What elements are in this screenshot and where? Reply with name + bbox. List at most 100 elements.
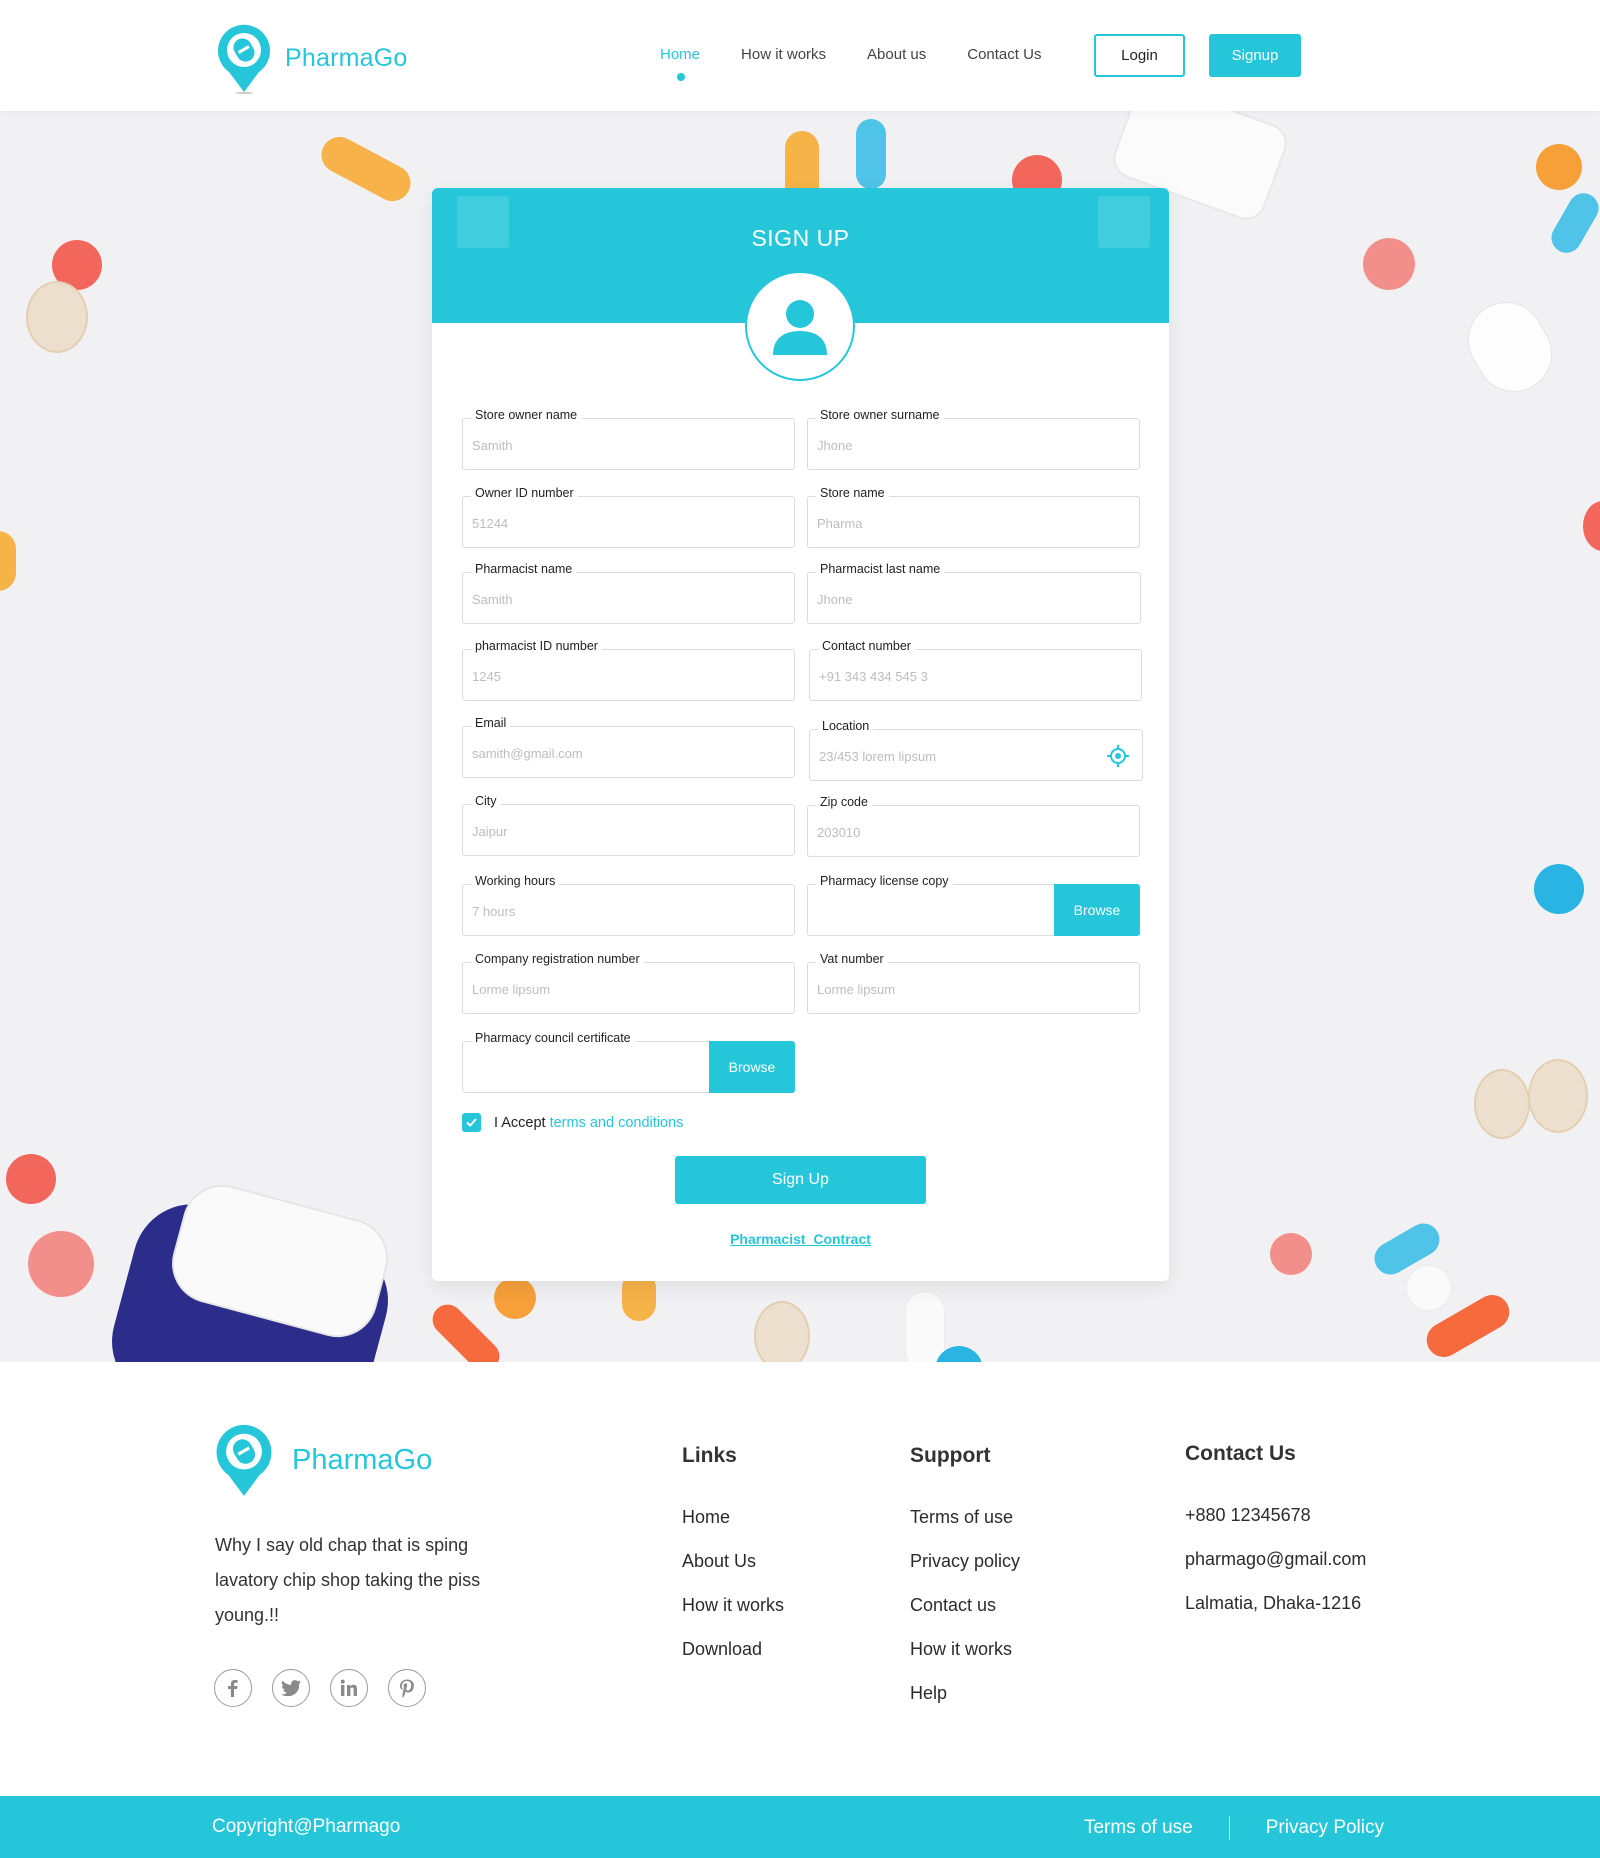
pill-decoration [6,1154,56,1204]
field-value: Jhone [817,592,853,607]
pharmacist-id-field[interactable]: pharmacist ID number 1245 [462,639,795,701]
field-value: Samith [472,592,513,607]
bottom-bar: Copyright@Pharmago Terms of use Privacy … [0,1796,1600,1858]
nav-home[interactable]: Home [660,46,700,63]
bottom-privacy-link[interactable]: Privacy Policy [1266,1817,1384,1839]
login-button[interactable]: Login [1094,34,1185,77]
owner-id-field[interactable]: Owner ID number 51244 [462,486,795,548]
footer-brand[interactable]: PharmaGo [213,1422,432,1498]
field-value: Pharma [817,516,863,531]
field-value: 23/453 lorem lipsum [819,749,937,764]
store-name-field[interactable]: Store name Pharma [807,486,1140,548]
pill-decoration [1363,238,1415,290]
field-value: 7 hours [472,904,516,919]
signup-card: SIGN UP Store owner name Samith Store ow… [432,188,1169,1281]
field-value: +91 343 434 545 3 [819,669,928,684]
contact-number-field[interactable]: Contact number +91 343 434 545 3 [809,639,1142,701]
form-title: SIGN UP [751,225,850,251]
footer-link-how-it-works[interactable]: How it works [910,1638,1020,1660]
facebook-icon[interactable] [214,1669,252,1707]
field-value: Lorme lipsum [817,982,896,997]
twitter-icon[interactable] [272,1669,310,1707]
pinterest-icon[interactable] [388,1669,426,1707]
nav-active-indicator [677,73,685,81]
certificate-browse-button[interactable]: Browse [709,1041,795,1093]
field-value: Jaipur [472,824,508,839]
brand-name: PharmaGo [285,43,408,72]
working-hours-field[interactable]: Working hours 7 hours [462,874,795,936]
field-label: Vat number [816,952,888,966]
footer-link-privacy[interactable]: Privacy policy [910,1550,1020,1572]
pill-decoration [426,1298,506,1362]
footer-address: Lalmatia, Dhaka-1216 [1185,1593,1362,1613]
field-label: Company registration number [471,952,644,966]
field-label: Location [818,719,874,733]
nav-links: Home How it works About us Contact Us [660,46,1082,81]
footer-link-home[interactable]: Home [682,1506,784,1528]
sign-up-submit-button[interactable]: Sign Up [675,1156,926,1204]
field-value: 203010 [817,825,861,840]
field-value: 51244 [472,516,509,531]
linkedin-icon[interactable] [330,1669,368,1707]
pill-decoration [1405,1264,1453,1312]
field-label: Store owner name [471,408,582,422]
terms-link[interactable]: terms and conditions [550,1115,684,1131]
vat-number-field[interactable]: Vat number Lorme lipsum [807,952,1140,1014]
footer: PharmaGo Why I say old chap that is spin… [0,1362,1600,1796]
nav-how-it-works[interactable]: How it works [741,46,826,63]
footer-link-how-it-works[interactable]: How it works [682,1594,784,1616]
field-value: samith@gmail.com [472,746,583,761]
footer-link-terms[interactable]: Terms of use [910,1506,1020,1528]
company-registration-field[interactable]: Company registration number Lorme lipsum [462,952,795,1014]
pill-decoration [1528,1059,1588,1133]
field-label: Pharmacy license copy [816,874,953,888]
locate-icon[interactable] [1106,744,1130,768]
license-browse-button[interactable]: Browse [1054,884,1140,936]
footer-links-title: Links [682,1444,737,1467]
field-label: Working hours [471,874,560,888]
field-label: Pharmacist last name [816,562,945,576]
pill-decoration [1583,501,1600,551]
pill-decoration [1270,1233,1312,1275]
store-owner-name-field[interactable]: Store owner name Samith [462,408,795,470]
brand-logo[interactable]: PharmaGo [215,22,408,94]
field-label: Store owner surname [816,408,944,422]
store-owner-surname-field[interactable]: Store owner surname Jhone [807,408,1140,470]
field-value: Jhone [817,438,853,453]
field-label: Pharmacy council certificate [471,1031,635,1045]
pharmacist-name-field[interactable]: Pharmacist name Samith [462,562,795,624]
terms-checkbox[interactable] [462,1113,481,1132]
pill-decoration [28,1231,94,1297]
pharmacist-last-name-field[interactable]: Pharmacist last name Jhone [807,562,1141,624]
bottom-terms-link[interactable]: Terms of use [1084,1817,1193,1839]
footer-email: pharmago@gmail.com [1185,1549,1367,1569]
signup-button[interactable]: Signup [1209,34,1301,77]
location-field[interactable]: Location 23/453 lorem lipsum [809,719,1143,781]
footer-link-about[interactable]: About Us [682,1550,784,1572]
footer-link-help[interactable]: Help [910,1682,1020,1704]
footer-link-download[interactable]: Download [682,1638,784,1660]
footer-tagline: Why I say old chap that is sping lavator… [215,1535,481,1625]
pharmago-logo-icon [216,1424,272,1496]
pill-decoration [0,531,16,591]
city-field[interactable]: City Jaipur [462,794,795,856]
footer-support-column: Support Terms of use Privacy policy Cont… [910,1444,1020,1726]
footer-links-column: Links Home About Us How it works Downloa… [682,1444,784,1682]
field-value: 1245 [472,669,501,684]
pill-decoration [315,130,417,208]
field-value: Samith [472,438,513,453]
footer-link-contact[interactable]: Contact us [910,1594,1020,1616]
footer-brand-name: PharmaGo [292,1443,433,1476]
license-copy-upload[interactable]: Pharmacy license copy Browse [807,874,1140,936]
zip-code-field[interactable]: Zip code 203010 [807,795,1140,857]
pill-decoration [905,1291,945,1362]
pill-decoration [1546,187,1600,259]
terms-row: I Accept terms and conditions [462,1113,683,1132]
pharmacist-contract-link[interactable]: Pharmacist_Contract [432,1231,1169,1247]
avatar[interactable] [745,271,855,381]
council-certificate-upload[interactable]: Pharmacy council certificate Browse [462,1031,795,1093]
nav-contact-us[interactable]: Contact Us [967,46,1041,63]
email-field[interactable]: Email samith@gmail.com [462,716,795,778]
nav-about-us[interactable]: About us [867,46,926,63]
field-label: Pharmacist name [471,562,577,576]
